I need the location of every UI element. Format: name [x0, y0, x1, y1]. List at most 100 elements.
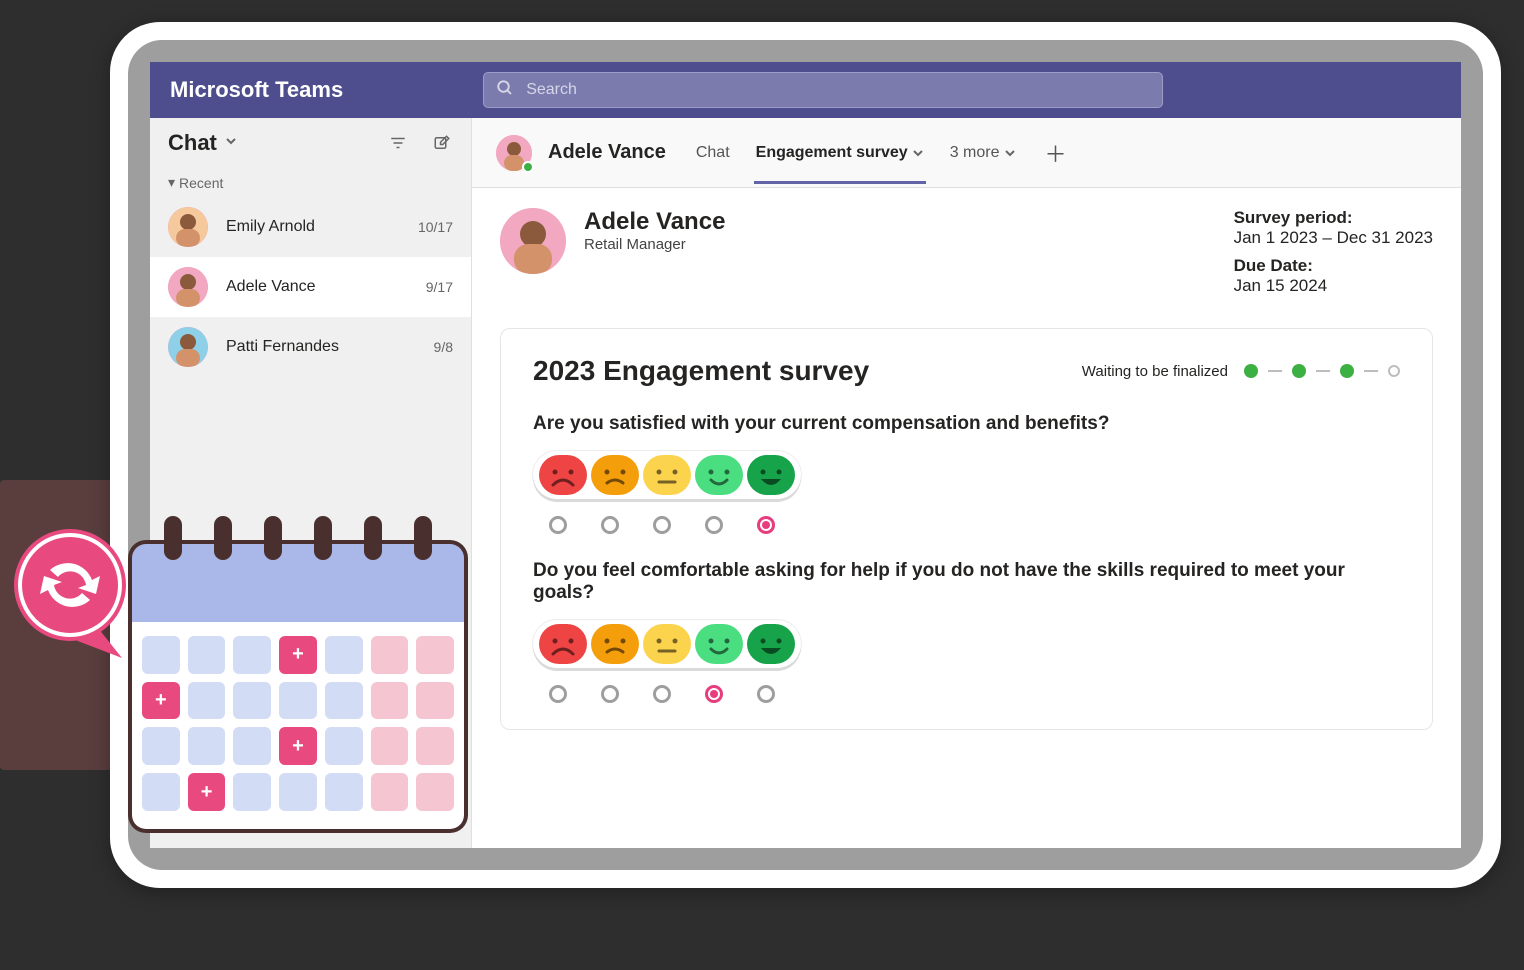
calendar-cell: +	[279, 636, 317, 674]
rating-faces	[533, 451, 801, 499]
face-option-5[interactable]	[747, 624, 795, 664]
calendar-cell	[325, 682, 363, 720]
radio-option-5[interactable]	[757, 516, 775, 534]
main-pane: Adele Vance ChatEngagement survey3 more …	[472, 118, 1461, 848]
profile-row: Adele Vance Retail Manager Survey period…	[500, 208, 1433, 304]
face-option-2[interactable]	[591, 624, 639, 664]
chat-item[interactable]: Emily Arnold 10/17	[150, 197, 471, 257]
tab[interactable]: Chat	[694, 122, 732, 184]
sidebar-title: Chat	[168, 130, 217, 156]
radio-option-5[interactable]	[757, 685, 775, 703]
chat-date: 10/17	[418, 219, 453, 235]
tab[interactable]: Engagement survey	[754, 122, 926, 184]
survey-card: 2023 Engagement survey Waiting to be fin…	[500, 328, 1433, 730]
progress-dot	[1388, 365, 1400, 377]
chevron-down-icon	[912, 147, 924, 159]
avatar	[168, 207, 208, 247]
calendar-cell	[188, 636, 226, 674]
rating-radios	[533, 685, 1400, 703]
presence-indicator	[522, 161, 534, 173]
calendar-cell	[371, 636, 409, 674]
top-bar: Microsoft Teams	[150, 62, 1461, 118]
face-option-3[interactable]	[643, 624, 691, 664]
caret-down-icon: ▾	[168, 174, 175, 191]
header-contact-name: Adele Vance	[548, 141, 666, 164]
calendar-cell	[279, 682, 317, 720]
chevron-down-icon	[1004, 147, 1016, 159]
survey-status-text: Waiting to be finalized	[1082, 363, 1228, 380]
calendar-cell	[233, 682, 271, 720]
due-label: Due Date:	[1234, 256, 1313, 275]
face-option-2[interactable]	[591, 455, 639, 495]
calendar-cell	[416, 773, 454, 811]
chat-date: 9/17	[426, 279, 453, 295]
calendar-cell	[325, 773, 363, 811]
search-box[interactable]	[483, 72, 1163, 108]
survey-question: Do you feel comfortable asking for help …	[533, 560, 1400, 703]
profile-name: Adele Vance	[584, 208, 725, 236]
chat-item[interactable]: Adele Vance 9/17	[150, 257, 471, 317]
calendar-cell	[233, 727, 271, 765]
period-value: Jan 1 2023 – Dec 31 2023	[1234, 228, 1433, 247]
calendar-cell	[233, 773, 271, 811]
calendar-cell	[142, 727, 180, 765]
calendar-cell	[325, 636, 363, 674]
profile-role: Retail Manager	[584, 236, 725, 253]
sidebar-header: Chat	[150, 118, 471, 168]
tab[interactable]: 3 more	[948, 122, 1018, 184]
tab-content: Adele Vance Retail Manager Survey period…	[472, 188, 1461, 848]
main-header: Adele Vance ChatEngagement survey3 more …	[472, 118, 1461, 188]
radio-option-3[interactable]	[653, 685, 671, 703]
rating-radios	[533, 516, 1400, 534]
radio-option-4[interactable]	[705, 685, 723, 703]
calendar-cell	[416, 682, 454, 720]
survey-question: Are you satisfied with your current comp…	[533, 413, 1400, 534]
calendar-cell	[325, 727, 363, 765]
calendar-illustration: ++++	[128, 540, 468, 833]
rating-faces	[533, 620, 801, 668]
face-option-1[interactable]	[539, 455, 587, 495]
chat-date: 9/8	[434, 339, 453, 355]
progress-dots	[1244, 364, 1400, 378]
chat-name: Adele Vance	[226, 278, 408, 296]
chevron-down-icon[interactable]	[225, 134, 237, 152]
sync-badge-icon	[0, 520, 140, 660]
filter-icon[interactable]	[387, 132, 409, 154]
recent-header[interactable]: ▾ Recent	[150, 168, 471, 197]
chat-item[interactable]: Patti Fernandes 9/8	[150, 317, 471, 377]
radio-option-3[interactable]	[653, 516, 671, 534]
chat-name: Emily Arnold	[226, 218, 400, 236]
radio-option-4[interactable]	[705, 516, 723, 534]
calendar-cell	[188, 727, 226, 765]
radio-option-2[interactable]	[601, 516, 619, 534]
due-value: Jan 15 2024	[1234, 276, 1328, 295]
radio-option-1[interactable]	[549, 685, 567, 703]
calendar-cell: +	[142, 682, 180, 720]
avatar	[168, 327, 208, 367]
chat-name: Patti Fernandes	[226, 338, 416, 356]
calendar-cell	[371, 727, 409, 765]
radio-option-1[interactable]	[549, 516, 567, 534]
calendar-cell: +	[279, 727, 317, 765]
radio-option-2[interactable]	[601, 685, 619, 703]
face-option-1[interactable]	[539, 624, 587, 664]
search-icon	[496, 79, 514, 102]
recent-label: Recent	[179, 175, 223, 191]
face-option-5[interactable]	[747, 455, 795, 495]
add-tab-button[interactable]: ＋	[1042, 139, 1070, 167]
compose-icon[interactable]	[431, 132, 453, 154]
face-option-3[interactable]	[643, 455, 691, 495]
search-input[interactable]	[524, 80, 1150, 100]
question-text: Do you feel comfortable asking for help …	[533, 560, 1400, 604]
progress-dot	[1244, 364, 1258, 378]
face-option-4[interactable]	[695, 624, 743, 664]
face-option-4[interactable]	[695, 455, 743, 495]
survey-title: 2023 Engagement survey	[533, 355, 869, 387]
calendar-cell	[416, 727, 454, 765]
calendar-cell	[371, 773, 409, 811]
header-avatar[interactable]	[496, 135, 532, 171]
calendar-cell	[279, 773, 317, 811]
tab-strip: Chat Engagement survey 3 more	[694, 122, 1018, 184]
calendar-cell	[416, 636, 454, 674]
period-label: Survey period:	[1234, 208, 1353, 227]
